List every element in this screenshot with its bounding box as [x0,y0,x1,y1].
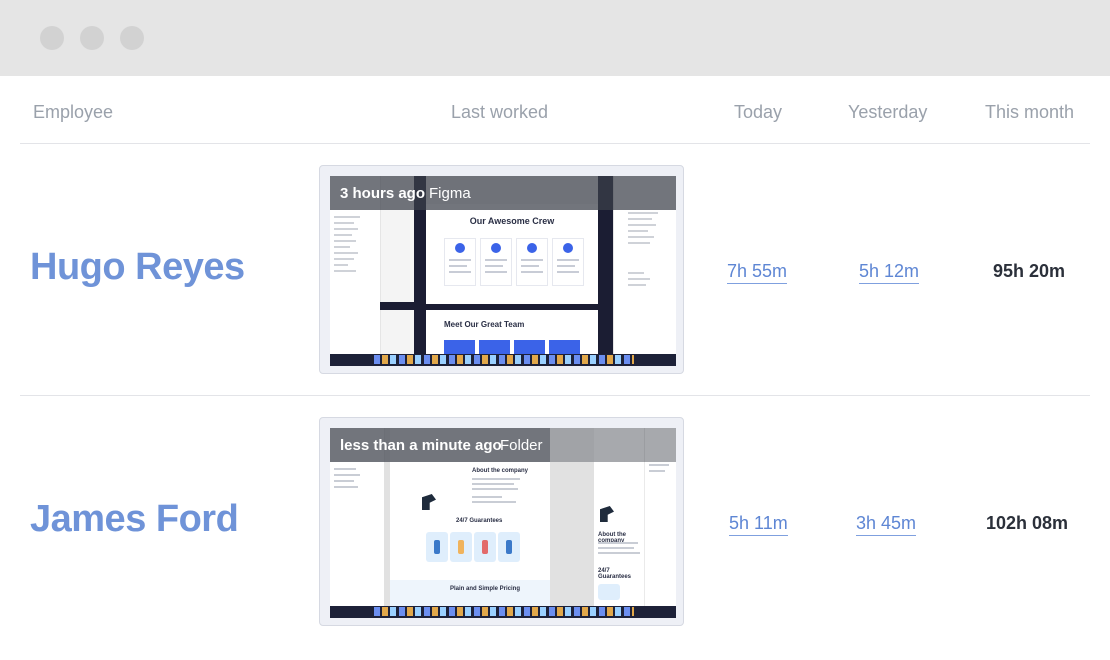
screenshot-image: Our Awesome Crew Meet Our Great Team 3 h… [330,176,676,366]
last-worked-screenshot[interactable]: Our Awesome Crew Meet Our Great Team 3 h… [319,165,684,374]
employee-name[interactable]: Hugo Reyes [30,246,245,289]
table-row: James Ford About the company 24/7 Guaran… [0,396,1110,648]
column-header-this-month[interactable]: This month [985,102,1074,123]
window-close-dot-icon[interactable] [40,26,64,50]
yesterday-hours-link[interactable]: 5h 12m [859,261,920,284]
crew-title: Our Awesome Crew [469,216,555,226]
today-hours-link[interactable]: 7h 55m [727,261,788,284]
screenshot-caption: 3 hours ago Figma [330,176,676,210]
last-worked-time: less than a minute ago [340,437,502,454]
yesterday-hours-link[interactable]: 3h 45m [856,513,917,536]
screenshot-caption: less than a minute ago Folder [330,428,550,462]
last-worked-app: Figma [429,185,471,202]
column-header-employee[interactable]: Employee [33,102,113,123]
last-worked-screenshot[interactable]: About the company 24/7 Guarantees Plain … [319,417,684,626]
title-bar [0,0,1110,76]
employee-name[interactable]: James Ford [30,498,239,541]
column-header-today[interactable]: Today [734,102,782,123]
dock-bar [330,354,676,366]
figma-team-frame: Meet Our Great Team [426,310,598,354]
company-logo-icon [600,506,614,522]
last-worked-time: 3 hours ago [340,185,426,202]
pricing-section: Plain and Simple Pricing [390,580,550,606]
this-month-hours: 95h 20m [993,261,1066,281]
column-header-yesterday[interactable]: Yesterday [848,102,927,123]
team-title: Meet Our Great Team [444,320,525,329]
company-logo-icon [422,494,436,510]
figma-crew-frame: Our Awesome Crew [426,204,598,304]
screenshot-image: About the company 24/7 Guarantees Plain … [330,428,676,618]
dock-app-icons [374,355,634,364]
table-row: Hugo Reyes Our Awesome Crew Meet Our Gre… [0,144,1110,396]
today-hours-link[interactable]: 5h 11m [729,513,788,536]
last-worked-app: Folder [500,437,543,454]
dock-bar [330,606,676,618]
window-maximize-dot-icon[interactable] [120,26,144,50]
window-minimize-dot-icon[interactable] [80,26,104,50]
app-window: Employee Last worked Today Yesterday Thi… [0,0,1110,660]
dock-app-icons [374,607,634,616]
column-header-last-worked[interactable]: Last worked [451,102,548,123]
this-month-hours: 102h 08m [986,513,1069,533]
